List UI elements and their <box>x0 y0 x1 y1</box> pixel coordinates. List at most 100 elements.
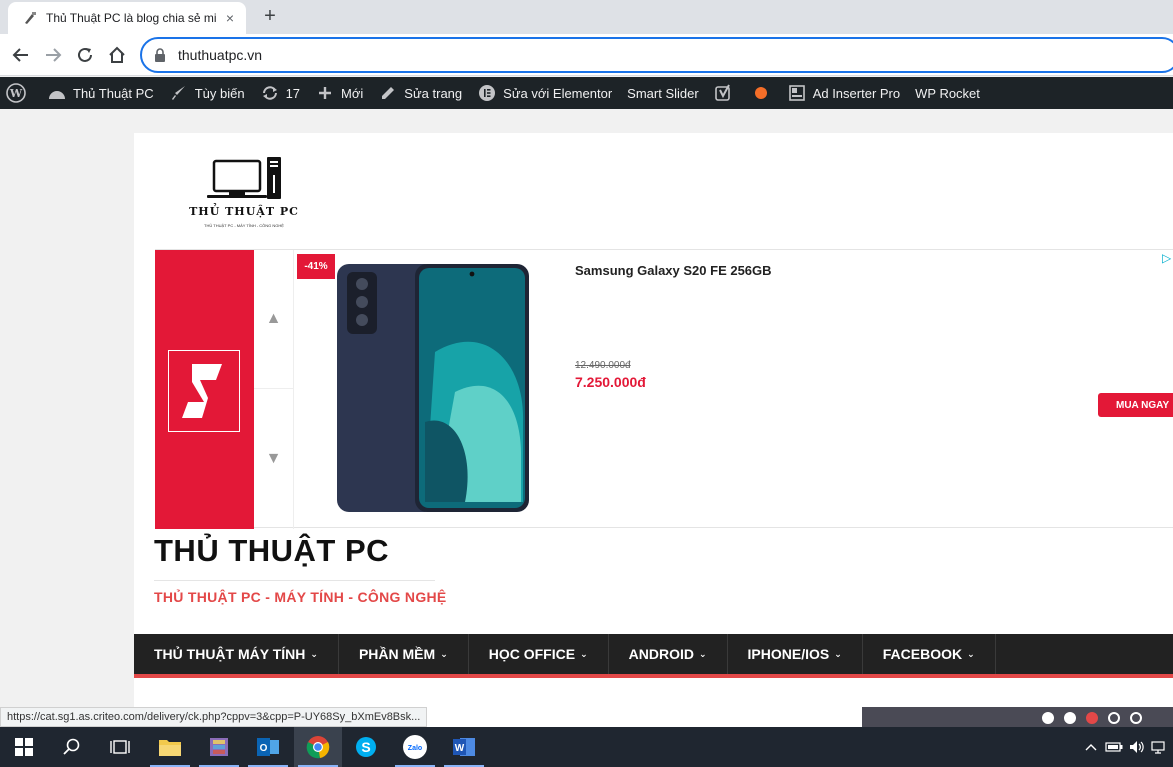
lock-icon <box>154 48 168 62</box>
svg-text:O: O <box>260 743 268 754</box>
adminbar-updates[interactable]: 17 <box>260 83 300 103</box>
adminbar-edit-page[interactable]: Sửa trang <box>378 83 462 103</box>
adminbar-new[interactable]: Mới <box>315 83 363 103</box>
chevron-down-icon: ⌄ <box>310 648 318 659</box>
reload-icon <box>78 47 92 62</box>
search-icon[interactable] <box>48 727 96 767</box>
adminbar-yoast[interactable] <box>714 83 740 103</box>
chevron-up-icon[interactable] <box>1080 743 1102 751</box>
outlook-icon[interactable]: O <box>244 727 292 767</box>
elementor-icon <box>477 83 497 103</box>
url-text: thuthuatpc.vn <box>178 47 263 63</box>
menu-item-thu-thuat-may-tinh[interactable]: THỦ THUẬT MÁY TÍNH ⌄ <box>134 634 339 674</box>
menu-item-iphone-ios[interactable]: IPHONE/IOS ⌄ <box>728 634 863 674</box>
skype-icon[interactable]: S <box>342 727 390 767</box>
tagline-divider <box>154 580 435 581</box>
yoast-icon <box>714 83 734 103</box>
plus-icon <box>315 83 335 103</box>
ad-up-arrow-icon[interactable]: ▲ <box>254 250 293 389</box>
slider-dots <box>1042 712 1142 724</box>
svg-text:Zalo: Zalo <box>408 745 422 752</box>
buy-now-button[interactable]: MUA NGAY <box>1098 393 1173 417</box>
word-icon[interactable]: W <box>440 727 488 767</box>
computer-logo-icon <box>207 157 281 199</box>
adminbar-site-name[interactable]: Thủ Thuật PC <box>47 83 154 103</box>
back-button[interactable] <box>8 42 34 68</box>
phone-product-image[interactable] <box>335 262 531 514</box>
browser-tab-strip: Thủ Thuật PC là blog chia sẻ miễ × + <box>0 0 1173 34</box>
home-button[interactable] <box>104 42 130 68</box>
site-logo[interactable]: THỦ THUẬT PC THỦ THUẬT PC - MÁY TÍNH - C… <box>179 155 309 237</box>
menu-item-phan-mem[interactable]: PHẦN MỀM ⌄ <box>339 634 469 674</box>
browser-tab[interactable]: Thủ Thuật PC là blog chia sẻ miễ × <box>8 2 246 34</box>
slider-dot-active[interactable] <box>1086 712 1098 724</box>
slider-dot[interactable] <box>1130 712 1142 724</box>
chevron-down-icon: ⌄ <box>967 648 975 659</box>
chrome-icon[interactable] <box>294 727 342 767</box>
back-arrow-icon <box>12 48 28 62</box>
forward-button[interactable] <box>40 42 66 68</box>
wordpress-icon: W <box>6 83 26 103</box>
svg-text:W: W <box>455 743 465 754</box>
adminbar-wp-rocket[interactable]: WP Rocket <box>915 86 980 101</box>
tab-close-icon[interactable]: × <box>222 10 238 26</box>
menu-item-android[interactable]: ANDROID ⌄ <box>609 634 728 674</box>
zalo-icon[interactable]: Zalo <box>391 727 439 767</box>
svg-text:S: S <box>361 739 370 755</box>
slider-dot[interactable] <box>1042 712 1054 724</box>
ad-nav-arrows: ▲ ▼ <box>254 250 294 529</box>
slider-dot[interactable] <box>1064 712 1076 724</box>
tab-title: Thủ Thuật PC là blog chia sẻ miễ <box>46 11 216 25</box>
adminbar-elementor[interactable]: Sửa với Elementor <box>477 83 612 103</box>
slider-dot[interactable] <box>1108 712 1120 724</box>
chevron-down-icon: ⌄ <box>440 648 448 659</box>
battery-icon[interactable] <box>1102 741 1126 753</box>
refresh-icon <box>260 83 280 103</box>
pencil-icon <box>378 83 398 103</box>
file-explorer-icon[interactable] <box>146 727 194 767</box>
adminbar-smart-slider[interactable]: Smart Slider <box>627 86 699 101</box>
shop-logo-icon <box>168 350 240 432</box>
ad-down-arrow-icon[interactable]: ▼ <box>254 389 293 528</box>
product-name[interactable]: Samsung Galaxy S20 FE 256GB <box>575 263 772 278</box>
main-navigation: THỦ THUẬT MÁY TÍNH ⌄ PHẦN MỀM ⌄ HỌC OFFICE… <box>134 634 1173 678</box>
address-bar[interactable]: thuthuatpc.vn <box>140 37 1173 73</box>
wordpress-logo-button[interactable]: W <box>6 83 32 103</box>
chevron-down-icon: ⌄ <box>580 648 588 659</box>
volume-icon[interactable] <box>1126 740 1148 754</box>
logo-subtext: THỦ THUẬT PC - MÁY TÍNH - CÔNG NGHỆ <box>204 223 284 228</box>
network-icon[interactable] <box>1148 740 1170 754</box>
brush-icon <box>169 83 189 103</box>
adchoices-icon[interactable]: ▷ <box>1162 251 1171 265</box>
site-tagline: THỦ THUẬT PC - MÁY TÍNH - CÔNG NGHỆ <box>154 589 447 605</box>
ad-brand-panel <box>155 250 254 529</box>
site-title[interactable]: THỦ THUẬT PC <box>154 533 389 569</box>
reload-button[interactable] <box>72 42 98 68</box>
product-ad-banner[interactable]: ▲ ▼ -41% Samsung Galaxy S20 FE 256GB 12.… <box>155 249 1173 529</box>
home-icon <box>109 46 125 63</box>
browser-toolbar: thuthuatpc.vn <box>0 34 1173 76</box>
adminbar-customize[interactable]: Tùy biến <box>169 83 245 103</box>
dashboard-icon <box>47 83 67 103</box>
windows-taskbar: O S Zalo W <box>0 727 1173 767</box>
page-content: THỦ THUẬT PC THỦ THUẬT PC - MÁY TÍNH - C… <box>0 109 1173 727</box>
logo-text: THỦ THUẬT PC <box>189 205 299 218</box>
svg-text:W: W <box>9 87 23 100</box>
windows-start-icon[interactable] <box>0 727 48 767</box>
grid-icon <box>787 83 807 103</box>
link-status-bar: https://cat.sg1.as.criteo.com/delivery/c… <box>0 707 428 727</box>
task-view-icon[interactable] <box>96 727 144 767</box>
seo-status-dot <box>754 87 767 99</box>
menu-item-facebook[interactable]: FACEBOOK ⌄ <box>863 634 996 674</box>
new-tab-button[interactable]: + <box>258 5 282 29</box>
site-container: THỦ THUẬT PC THỦ THUẬT PC - MÁY TÍNH - C… <box>134 133 1173 727</box>
archive-icon[interactable] <box>195 727 243 767</box>
sale-price: 7.250.000đ <box>575 374 646 390</box>
discount-badge: -41% <box>297 254 335 279</box>
menu-item-hoc-office[interactable]: HỌC OFFICE ⌄ <box>469 634 609 674</box>
system-tray <box>1080 727 1170 767</box>
forward-arrow-icon <box>46 48 62 62</box>
adminbar-ad-inserter[interactable]: Ad Inserter Pro <box>787 83 900 103</box>
chevron-down-icon: ⌄ <box>834 648 842 659</box>
tab-favicon-icon <box>22 10 38 26</box>
